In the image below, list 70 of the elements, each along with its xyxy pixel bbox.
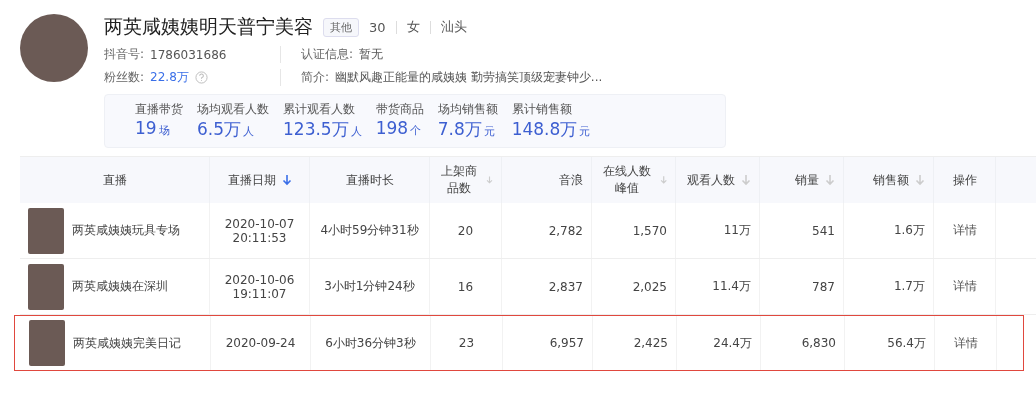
table-cell: 1,570 [632,223,667,238]
table-cell: 2020-09-24 [225,336,296,350]
field-value: 1786031686 [150,47,227,62]
photo-placeholder [28,207,64,254]
city-text: 汕头 [440,18,467,36]
photo-placeholder [29,320,65,366]
table-cell: 16 [457,279,474,294]
column-header[interactable]: 直播日期 [210,157,310,203]
stat-value: 198 个 [375,118,423,138]
table-cell: 23 [458,336,475,350]
stat-label: 直播带货 [135,101,183,118]
stat-label: 场均销售额 [437,101,498,118]
live-title: 两英咸姨姨玩具专场 [72,222,180,239]
table-cell: 6小时36分钟3秒 [325,334,416,352]
table-cell: 11.4万 [712,278,751,295]
stat-label: 累计观看人数 [283,101,356,118]
table-cell: 1.6万 [893,222,925,239]
table-cell: 541 [812,223,835,238]
field-value: 暂无 [359,46,384,63]
account-name: 两英咸姨姨明天普宁美容 [104,14,313,39]
details-link[interactable]: 详情 [952,222,977,239]
column-header[interactable]: 上架商品数 [430,157,502,203]
sort-arrow-icon[interactable] [281,174,292,186]
category-tag: 其他 [323,17,359,37]
column-header[interactable]: 销售额 [844,157,934,203]
table-cell: 6,830 [801,336,836,350]
table-cell: 2,025 [632,279,667,294]
gender-text: 女 [406,18,420,36]
stat-value: 148.8万元 [511,118,591,141]
table-cell: 24.4万 [713,334,752,352]
table-cell: 6,957 [549,336,584,350]
table-cell-text: 2020-10-07 20:11:53 [223,216,296,245]
table-cell: 2,837 [548,279,583,294]
field-label: 认证信息: [301,46,354,63]
live-title: 两英咸姨姨完美日记 [73,334,181,352]
column-header[interactable]: 在线人数峰值 [592,157,676,203]
fans-count-link[interactable]: 22.8万 [150,69,189,86]
stat-value: 6.5万人 [197,118,256,141]
table-cell: 56.4万 [887,334,926,352]
stat-label: 场均观看人数 [197,101,269,118]
stat-value: 19 场 [135,118,171,138]
table-cell: 4小时59分钟31秒 [320,222,419,239]
stat-value: 7.8万元 [437,118,496,141]
field-label: 简介: [301,69,330,86]
details-link[interactable]: 详情 [953,334,978,352]
table-cell: 787 [812,279,835,294]
help-icon[interactable] [194,71,208,84]
column-header: 直播 [20,157,210,203]
table-cell-text: 2020-10-06 19:11:07 [223,272,296,301]
column-header: 音浪 [502,157,592,203]
field-label: 粉丝数: [104,69,145,86]
stat-label: 累计销售额 [511,101,573,118]
stat-label: 带货商品 [375,101,424,118]
age-text: 30 [369,19,386,35]
table-cell: 3小时1分钟24秒 [324,278,415,295]
stat-value: 123.5万人 [283,118,362,141]
column-header: 操作 [934,157,996,203]
column-header[interactable]: 观看人数 [676,157,760,203]
column-header: 直播时长 [310,157,430,203]
photo-placeholder [28,263,64,310]
field-value: 幽默风趣正能量的咸姨姨 勤劳搞笑顶级宠妻钟少... [335,69,603,86]
table-cell: 20 [457,223,474,238]
details-link[interactable]: 详情 [952,278,977,295]
live-title: 两英咸姨姨在深圳 [72,278,168,295]
table-cell: 2,425 [633,336,668,350]
table-cell: 11万 [723,222,751,239]
column-header[interactable]: 销量 [760,157,844,203]
table-cell: 2,782 [548,223,583,238]
field-label: 抖音号: [104,46,145,63]
table-cell: 1.7万 [893,278,925,295]
